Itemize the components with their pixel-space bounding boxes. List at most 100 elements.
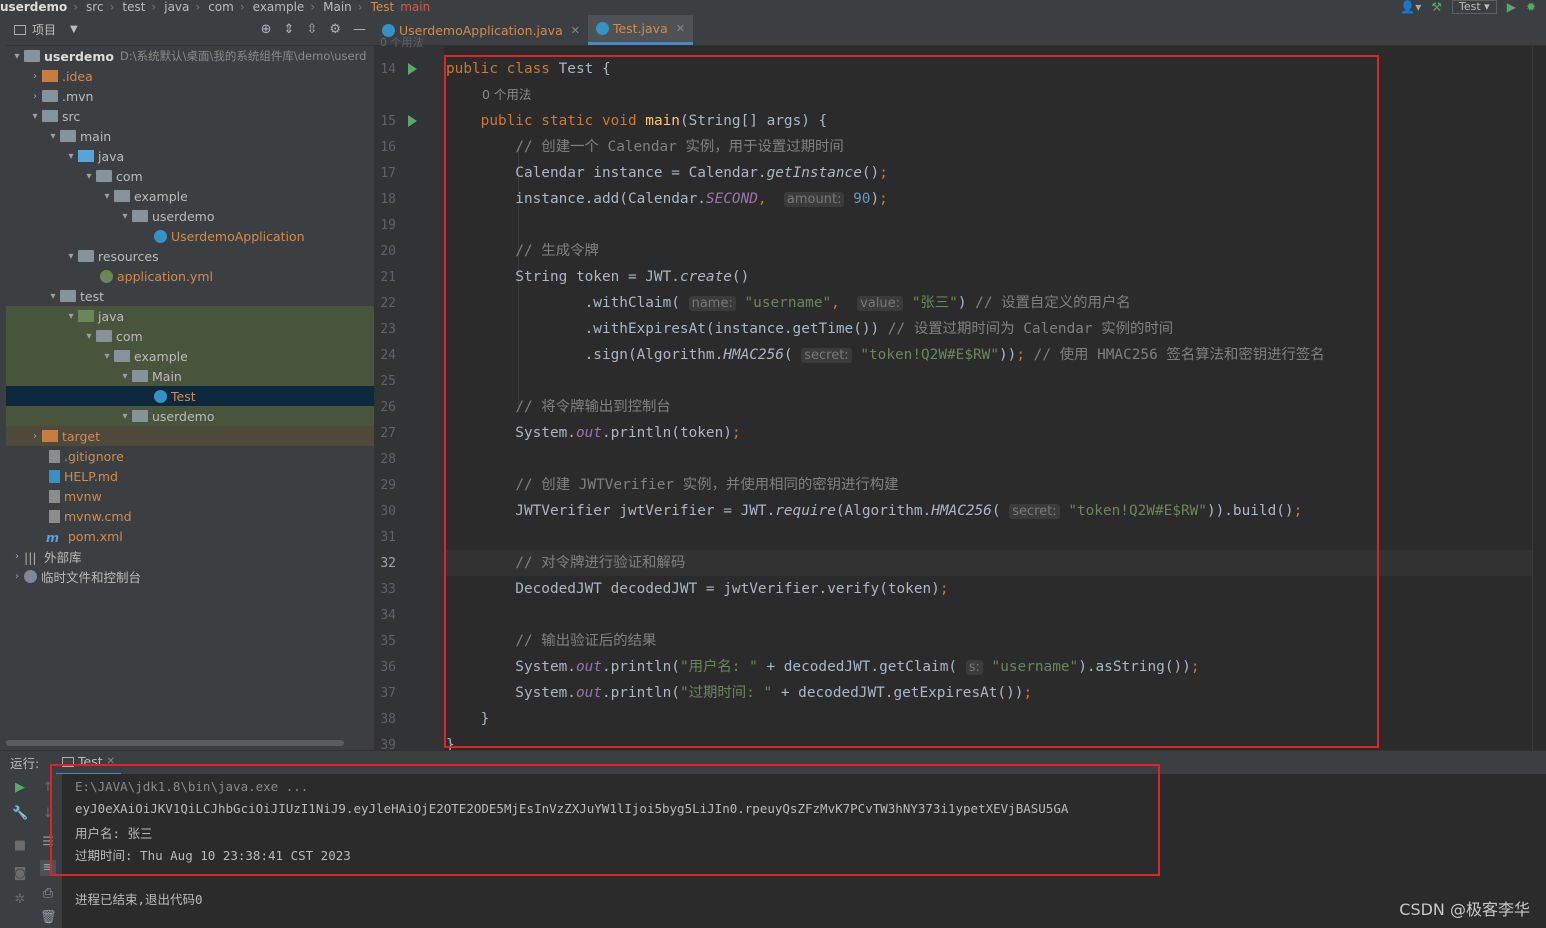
project-title[interactable]: 项目 [32, 21, 56, 38]
tree-item[interactable]: › .mvn [6, 86, 374, 106]
tree-item[interactable]: ▾ userdemo [6, 206, 374, 226]
code-line: } [446, 711, 490, 727]
line-number: 26 [380, 400, 396, 415]
tree-item[interactable]: ▾ resources [6, 246, 374, 266]
tree-label: example [134, 348, 188, 364]
chevron-down-icon[interactable]: ▾ [10, 51, 24, 62]
tree-item[interactable]: ▾ java [6, 306, 374, 326]
chevron-down-icon[interactable]: ▼ [70, 24, 78, 35]
close-icon[interactable]: ✕ [571, 24, 580, 37]
tree-label: src [62, 108, 81, 124]
breadcrumb-item[interactable]: com [208, 0, 240, 14]
tree-item[interactable]: ▾ main [6, 126, 374, 146]
run-tab[interactable]: Test ✕ [56, 751, 122, 775]
tree-label: mvnw.cmd [64, 508, 132, 524]
tree-item[interactable]: ▾ example [6, 346, 374, 366]
minimize-icon[interactable]: — [353, 22, 366, 37]
breadcrumb-item[interactable]: java [164, 0, 195, 14]
breadcrumb-item[interactable]: Test [371, 0, 401, 14]
close-icon[interactable]: ✕ [676, 22, 685, 35]
camera-icon[interactable]: ◙ [12, 866, 28, 882]
code-line: System.out.println("过期时间: " + decodedJWT… [446, 685, 1033, 701]
code-line: public class Test { [446, 61, 611, 77]
locate-icon[interactable]: ⊕ [261, 22, 272, 37]
line-number-current: 32 [380, 556, 396, 571]
tree-item-selected[interactable]: Test [6, 386, 374, 406]
close-icon[interactable]: ✕ [107, 756, 115, 767]
package-icon [132, 410, 148, 422]
tree-item[interactable]: › ||| 外部库 [6, 546, 374, 566]
code-line: instance.add(Calendar.SECOND, amount: 90… [446, 191, 888, 207]
code-line: // 输出验证后的结果 [515, 633, 657, 649]
console-line: 用户名: 张三 [75, 826, 153, 841]
tree-item[interactable]: .gitignore [6, 446, 374, 466]
tree-item[interactable]: mvnw.cmd [6, 506, 374, 526]
rerun-icon[interactable]: ▶ [12, 780, 28, 796]
tree-item[interactable]: › target [6, 426, 374, 446]
package-icon [132, 210, 148, 222]
tree-item[interactable]: mvnw [6, 486, 374, 506]
project-header: 项目 ▼ ⊕ ⇕ ⇳ ⚙ — [6, 14, 374, 46]
horizontal-scrollbar[interactable] [6, 740, 344, 746]
breadcrumb-item[interactable]: userdemo [0, 0, 73, 14]
code-line: // 对令牌进行验证和解码 [515, 555, 686, 571]
breadcrumb-item[interactable]: test [122, 0, 151, 14]
print-icon[interactable]: ⎙ [40, 886, 56, 902]
tree-item[interactable]: HELP.md [6, 466, 374, 486]
tree-item[interactable]: ▾ java [6, 146, 374, 166]
wrench-icon[interactable]: 🔧 [12, 806, 28, 822]
tree-item[interactable]: ▾ com [6, 166, 374, 186]
tree-item[interactable]: ▾ Main [6, 366, 374, 386]
run-gutter-icon[interactable] [408, 63, 417, 75]
scroll-up-icon[interactable]: ↑ [40, 780, 56, 796]
tree-item[interactable]: › .idea [6, 66, 374, 86]
error-stripe[interactable] [1532, 46, 1546, 750]
run-gutter-icon[interactable] [408, 115, 417, 127]
file-icon [49, 509, 60, 523]
debug-icon[interactable]: ✹ [1526, 0, 1536, 14]
folder-icon [42, 110, 58, 122]
tree-label: java [98, 148, 125, 164]
tree-root[interactable]: ▾ userdemo D:\系统默认\桌面\我的系统组件库\demo\userd [6, 46, 374, 66]
trash-icon[interactable]: 🗑 [40, 910, 57, 926]
tree-item[interactable]: application.yml [6, 266, 374, 286]
tree-item[interactable]: ▾ example [6, 186, 374, 206]
code-line: DecodedJWT decodedJWT = jwtVerifier.veri… [446, 581, 949, 597]
tree-item[interactable]: UserdemoApplication [6, 226, 374, 246]
tab-test-java[interactable]: Test.java ✕ [587, 15, 693, 45]
breadcrumb-item[interactable]: Main [323, 0, 358, 14]
scroll-to-end-icon[interactable]: ≡ [40, 860, 56, 876]
breadcrumb: userdemo › src › test › java › com › example ›… [0, 0, 1546, 14]
line-number: 35 [380, 634, 396, 649]
code-editor[interactable]: public class Test { 0 个用法 public static … [444, 46, 1546, 750]
gear-icon[interactable]: ⚙ [329, 22, 341, 37]
breadcrumb-item[interactable]: main [400, 0, 436, 14]
collapse-all-icon[interactable]: ⇳ [306, 22, 317, 37]
run-config-select[interactable]: Test ▾ [1452, 0, 1497, 14]
tree-item[interactable]: ▾ com [6, 326, 374, 346]
tree-item[interactable]: ▾ userdemo [6, 406, 374, 426]
breadcrumb-item[interactable]: src [86, 0, 110, 14]
tree-item[interactable]: m pom.xml [6, 526, 374, 546]
run-icon[interactable]: ▶ [1507, 0, 1516, 14]
scroll-down-icon[interactable]: ↓ [40, 806, 56, 822]
build-icon[interactable]: ⚒ [1431, 0, 1442, 14]
run-tab-label: Test [78, 754, 103, 769]
settings-icon[interactable]: ✲ [12, 892, 28, 908]
user-icon[interactable]: 👤▾ [1400, 0, 1421, 14]
code-line: .sign(Algorithm.HMAC256( secret: "token!… [446, 347, 1325, 363]
code-line: System.out.println("用户名: " + decodedJWT.… [446, 659, 1200, 675]
stop-icon[interactable]: ■ [12, 838, 28, 854]
code-line: String token = JWT.create() [446, 269, 750, 285]
line-number: 30 [380, 504, 396, 519]
soft-wrap-icon[interactable]: ⇶ [40, 834, 56, 850]
resources-folder-icon [78, 250, 94, 262]
tree-item[interactable]: › 临时文件和控制台 [6, 566, 374, 586]
breadcrumb-item[interactable]: example [253, 0, 311, 14]
tree-label: example [134, 188, 188, 204]
tree-label: .idea [62, 68, 93, 84]
console-output[interactable]: E:\JAVA\jdk1.8\bin\java.exe ... eyJ0eXAi… [62, 774, 1546, 928]
expand-all-icon[interactable]: ⇕ [284, 22, 295, 37]
tree-item[interactable]: ▾ src [6, 106, 374, 126]
tree-item[interactable]: ▾ test [6, 286, 374, 306]
